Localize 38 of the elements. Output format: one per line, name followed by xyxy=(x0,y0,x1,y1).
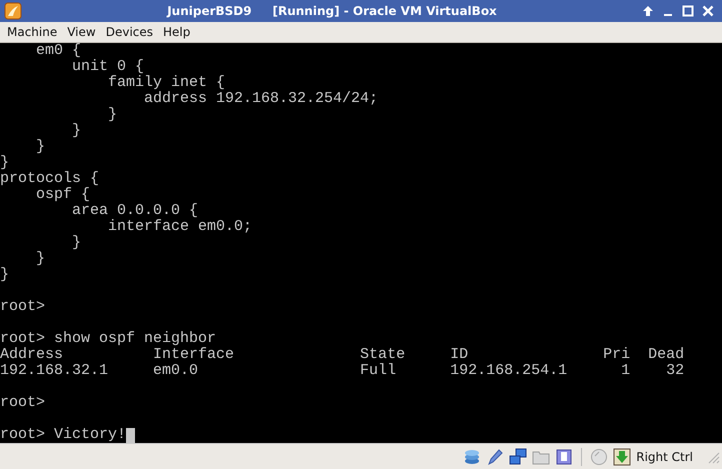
hard-disk-icon xyxy=(463,448,482,466)
terminal-line: protocols { xyxy=(0,171,100,187)
mouse-icon xyxy=(590,448,608,466)
download-arrow-icon xyxy=(613,448,632,466)
terminal-line: interface em0.0; xyxy=(107,219,252,235)
terminal-line: root> xyxy=(0,299,46,315)
terminal-line: address 192.168.32.254/24; xyxy=(143,91,378,107)
terminal-line: em0 { xyxy=(35,43,82,59)
menu-item[interactable]: View xyxy=(62,25,101,39)
close-icon[interactable] xyxy=(702,5,714,17)
terminal-line: } xyxy=(35,251,46,267)
maximize-icon[interactable] xyxy=(682,5,694,17)
resize-grip-icon[interactable] xyxy=(706,450,720,464)
menu-item[interactable]: Devices xyxy=(100,25,158,39)
keep-above-icon[interactable] xyxy=(642,5,654,17)
terminal-line: unit 0 { xyxy=(71,59,144,75)
terminal-line: ospf { xyxy=(35,187,90,203)
terminal-line: root> Victory! xyxy=(0,427,126,443)
terminal-line: root> xyxy=(0,395,46,411)
chip-icon xyxy=(555,448,574,466)
terminal-line: } xyxy=(107,107,118,123)
terminal-line: } xyxy=(0,155,10,171)
menu-item[interactable]: Machine xyxy=(2,25,62,39)
app-icon xyxy=(4,2,22,20)
terminal-line: family inet { xyxy=(107,75,226,91)
terminal-line: 192.168.32.1 em0.0 Full 192.168.254.1 1 32 xyxy=(0,363,684,379)
terminal-line: } xyxy=(71,235,82,251)
terminal-line: root> show ospf neighbor xyxy=(0,331,216,347)
terminal-line: } xyxy=(0,267,10,283)
menu-item[interactable]: Help xyxy=(158,25,196,39)
window-title: JuniperBSD9 [Running] - Oracle VM VirtualBox xyxy=(166,4,498,18)
terminal-line: } xyxy=(35,139,46,155)
network-icon xyxy=(509,448,528,466)
terminal-line: area 0.0.0.0 { xyxy=(71,203,198,219)
terminal-line: } xyxy=(71,123,82,139)
terminal-line: Address Interface State ID Pri Dead xyxy=(0,347,684,363)
pen-icon xyxy=(486,448,504,466)
host-key-label: Right Ctrl xyxy=(636,450,693,464)
